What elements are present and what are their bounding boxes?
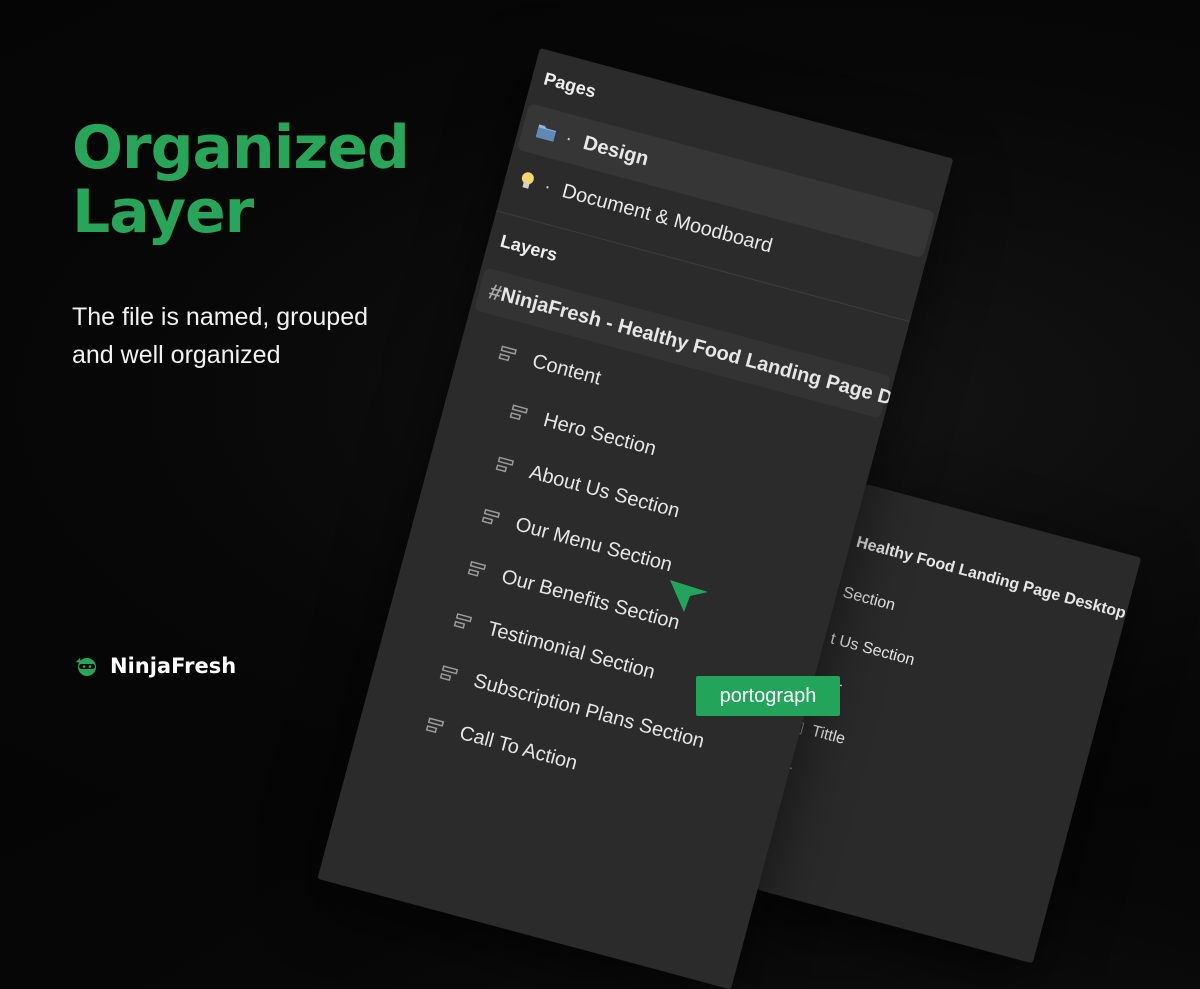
group-icon bbox=[481, 508, 517, 530]
subtitle-line-1: The file is named, grouped bbox=[72, 303, 369, 331]
layer-item[interactable]: Content bbox=[494, 331, 606, 400]
page-bullet: · bbox=[541, 174, 554, 198]
brand-name: NinjaFresh bbox=[110, 654, 237, 678]
back-layer-label: Tittle bbox=[809, 722, 847, 748]
group-icon bbox=[509, 404, 545, 426]
page-title: Organized Layer bbox=[72, 113, 410, 247]
lightbulb-icon bbox=[521, 172, 534, 189]
group-icon bbox=[439, 665, 475, 687]
group-icon bbox=[467, 560, 503, 583]
ninja-icon bbox=[76, 658, 96, 676]
title-line-2: Layer bbox=[72, 177, 254, 247]
pages-heading: Pages bbox=[541, 68, 599, 102]
group-icon bbox=[498, 345, 534, 367]
back-layer-row[interactable]: t Us Section bbox=[828, 630, 917, 670]
back-layer-row[interactable]: Section bbox=[841, 584, 897, 615]
brand-logo: NinjaFresh bbox=[74, 654, 236, 678]
subtitle-line-2: and well organized bbox=[72, 341, 281, 369]
title-line-1: Organized bbox=[72, 113, 410, 183]
layer-label: Hero Section bbox=[541, 408, 659, 460]
layer-label: Call To Action bbox=[457, 721, 580, 775]
cursor-name-tag: portograph bbox=[696, 676, 840, 716]
page-label: Design bbox=[580, 131, 652, 170]
page-bullet: · bbox=[562, 126, 576, 150]
group-icon bbox=[453, 613, 489, 635]
group-icon bbox=[425, 717, 461, 739]
page-subtitle: The file is named, grouped and well orga… bbox=[72, 298, 432, 374]
group-icon bbox=[495, 456, 531, 478]
cursor-arrow-icon bbox=[670, 580, 708, 612]
back-frame-title[interactable]: Healthy Food Landing Page Desktop bbox=[854, 534, 1127, 623]
folder-icon bbox=[535, 124, 557, 142]
layer-label: Content bbox=[530, 349, 604, 390]
layers-heading: Layers bbox=[498, 230, 560, 266]
